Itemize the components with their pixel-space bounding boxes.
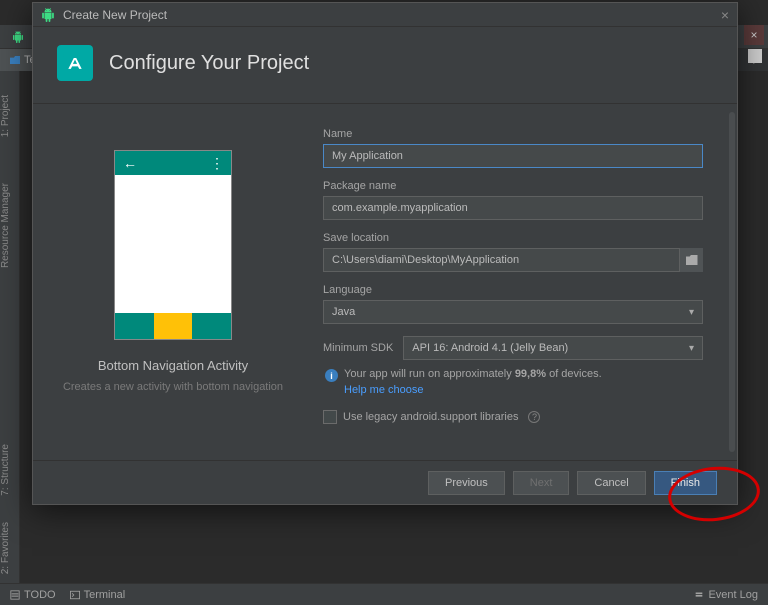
name-input[interactable]	[323, 144, 703, 168]
terminal-icon	[70, 590, 80, 600]
dialog-titlebar[interactable]: Create New Project ×	[33, 3, 737, 27]
overflow-icon: ⋮	[210, 155, 223, 172]
package-label: Package name	[323, 180, 703, 192]
folder-icon	[10, 56, 20, 64]
language-select[interactable]: Java	[323, 300, 703, 324]
help-icon[interactable]: ?	[528, 411, 540, 423]
avatar-icon[interactable]	[748, 49, 762, 63]
tool-resource-manager[interactable]: Resource Manager	[0, 175, 11, 276]
todo-icon	[10, 590, 20, 600]
status-bar: TODO Terminal Event Log	[0, 583, 768, 605]
previous-button[interactable]: Previous	[428, 471, 505, 495]
phone-mockup: ← ⋮	[114, 150, 232, 340]
info-icon: i	[325, 369, 338, 382]
package-input[interactable]	[323, 196, 703, 220]
help-me-choose-link[interactable]: Help me choose	[344, 384, 703, 396]
sdk-info-text: i Your app will run on approximately 99,…	[323, 368, 703, 382]
left-toolbar: 1: Project Resource Manager 7: Structure…	[0, 71, 20, 583]
configure-form: Name Package name Save location Language…	[313, 104, 737, 460]
dialog-footer: Previous Next Cancel Finish	[33, 460, 737, 504]
tool-project[interactable]: 1: Project	[0, 87, 11, 145]
eventlog-icon	[694, 590, 704, 600]
dialog-title: Create New Project	[63, 8, 167, 22]
finish-button[interactable]: Finish	[654, 471, 717, 495]
dialog-header: Configure Your Project	[33, 27, 737, 104]
save-location-label: Save location	[323, 232, 703, 244]
status-terminal[interactable]: Terminal	[70, 589, 126, 601]
min-sdk-select[interactable]: API 16: Android 4.1 (Jelly Bean)	[403, 336, 703, 360]
min-sdk-label: Minimum SDK	[323, 342, 393, 354]
create-project-dialog: Create New Project × Configure Your Proj…	[32, 2, 738, 505]
status-eventlog[interactable]: Event Log	[694, 589, 758, 601]
dialog-heading: Configure Your Project	[109, 52, 309, 75]
tool-structure[interactable]: 7: Structure	[0, 436, 11, 504]
legacy-support-label: Use legacy android.support libraries	[343, 411, 518, 423]
close-icon[interactable]: ×	[721, 7, 729, 23]
browse-folder-button[interactable]	[679, 248, 703, 272]
tool-favorites[interactable]: 2: Favorites	[0, 514, 11, 582]
status-todo[interactable]: TODO	[10, 589, 56, 601]
next-button: Next	[513, 471, 570, 495]
legacy-support-checkbox[interactable]	[323, 410, 337, 424]
android-studio-logo	[57, 45, 93, 81]
android-icon	[41, 8, 55, 22]
back-arrow-icon: ←	[123, 155, 137, 171]
scrollbar[interactable]	[729, 112, 735, 452]
name-label: Name	[323, 128, 703, 140]
android-icon	[12, 31, 24, 43]
save-location-input[interactable]	[323, 248, 703, 272]
language-label: Language	[323, 284, 703, 296]
folder-icon	[686, 255, 698, 265]
template-name: Bottom Navigation Activity	[98, 358, 248, 373]
template-description: Creates a new activity with bottom navig…	[63, 381, 283, 393]
dialog-body: ← ⋮ Bottom Navigation Activity Creates a…	[33, 104, 737, 460]
template-preview: ← ⋮ Bottom Navigation Activity Creates a…	[33, 104, 313, 460]
ide-close-button[interactable]: ×	[744, 25, 764, 45]
cancel-button[interactable]: Cancel	[577, 471, 645, 495]
